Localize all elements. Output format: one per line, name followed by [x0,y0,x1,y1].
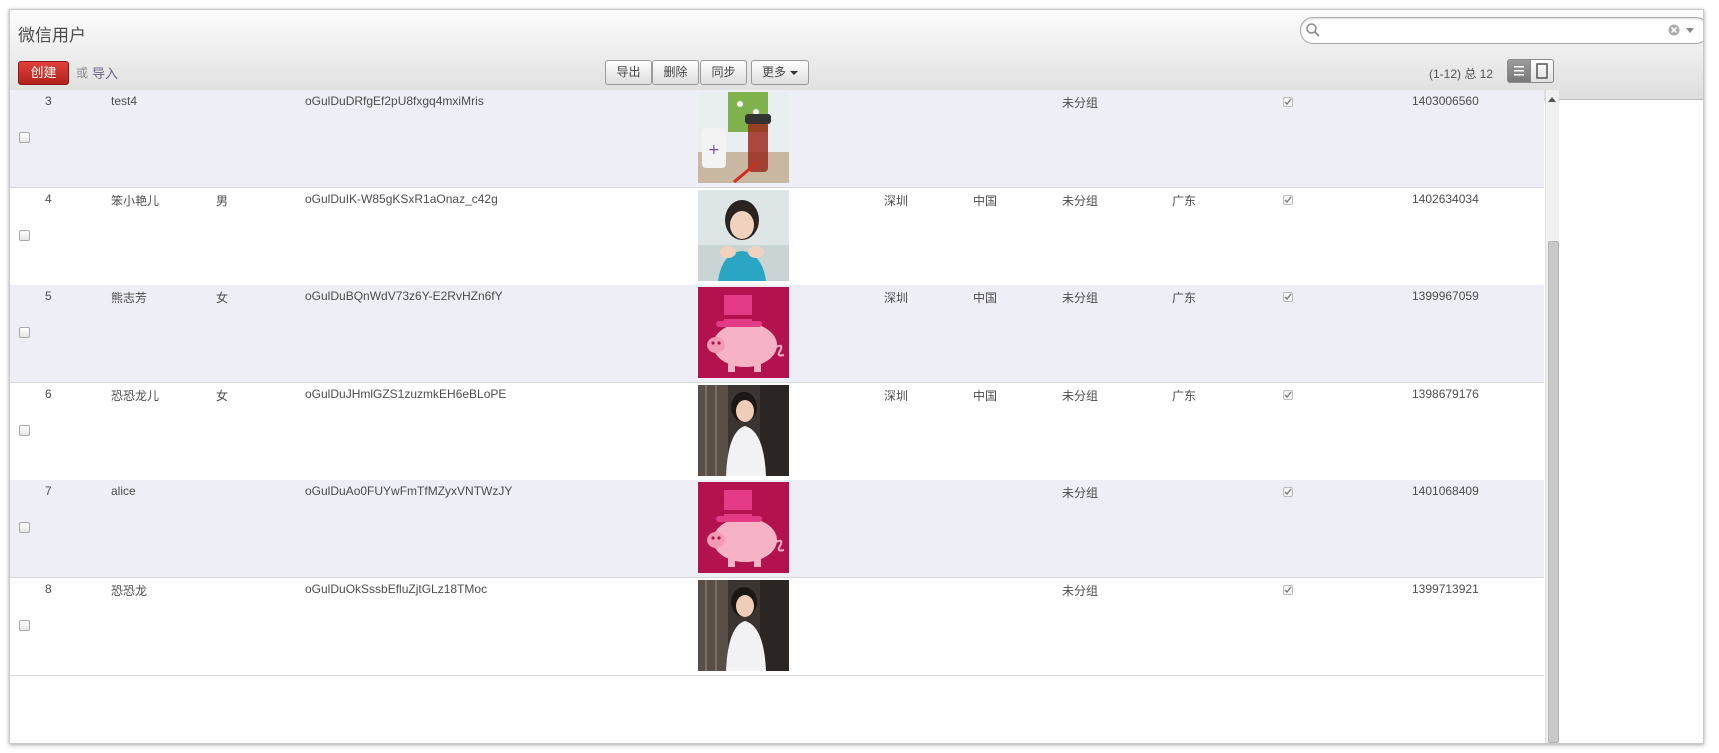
cell-id: 3 [45,94,52,108]
cell-country: 中国 [973,388,998,403]
cell-timestamp: 1398679176 [1412,386,1479,401]
subscribed-checkbox [1283,194,1293,205]
cell-city: 深圳 [884,291,909,306]
scroll-thumb[interactable] [1548,241,1559,743]
records-list: 3 test4 oGulDuDRfgEf2pU8fxgq4mxiMris 未分组 140… [10,90,1544,743]
list-icon [1514,66,1524,76]
cell-name: 熊志芳 [111,291,148,306]
more-label: 更多 [761,65,786,79]
avatar [698,580,789,671]
chevron-down-icon[interactable] [1686,28,1694,33]
pager-counter: (1-12) 总 12 [1429,67,1494,81]
cell-openid: oGulDuJHmlGZS1zuzmkEH6eBLoPE [305,386,507,401]
table-row[interactable]: 5 熊志芳 女 oGulDuBQnWdV73z6Y-E2RvHZn6fY 深圳 中国 未分组… [10,285,1544,384]
cell-group: 未分组 [1062,486,1099,501]
cell-gender: 男 [216,193,229,208]
cell-name: alice [111,484,136,499]
cell-city: 深圳 [884,193,909,208]
caret-down-icon [790,70,798,75]
table-row[interactable]: 6 恐恐龙儿 女 oGulDuJHmlGZS1zuzmkEH6eBLoPE 深圳 中国 未分… [10,382,1544,481]
cell-gender: 女 [216,291,229,306]
cell-gender: 女 [216,388,229,403]
table-row[interactable]: 7 alice oGulDuAo0FUYwFmTfMZyxVNTWzJY 未分组 140… [10,480,1544,579]
table-row[interactable]: 4 笨小艳儿 男 oGulDuIK-W85gKSxR1aOnaz_c42g 深圳 中国 未分… [10,187,1544,286]
cell-timestamp: 1399967059 [1412,289,1479,304]
avatar [698,287,789,379]
subscribed-checkbox [1283,292,1293,303]
cell-country: 中国 [973,291,998,306]
create-button[interactable]: 创建 [18,61,69,85]
cell-province: 广东 [1172,193,1197,208]
cell-id: 6 [45,386,52,401]
avatar [698,189,789,281]
cell-name: 恐恐龙儿 [111,388,160,403]
cell-openid: oGulDuBQnWdV73z6Y-E2RvHZn6fY [305,289,503,304]
more-button[interactable]: 更多 [751,60,809,85]
row-select-checkbox[interactable] [19,229,30,241]
cell-city: 深圳 [884,388,909,403]
avatar [698,384,789,476]
cell-name: 笨小艳儿 [111,193,160,208]
cell-country: 中国 [973,193,998,208]
vertical-scrollbar[interactable] [1545,90,1559,743]
cell-id: 8 [45,582,52,596]
subscribed-checkbox [1283,585,1293,595]
subscribed-checkbox [1283,389,1293,400]
cell-timestamp: 1402634034 [1412,191,1479,206]
table-row[interactable]: 8 恐恐龙 oGulDuOkSssbEfluZjtGLz18TMoc 未分组 13997… [10,578,1544,676]
form-view-button[interactable] [1530,59,1554,83]
avatar [698,482,789,574]
subscribed-checkbox [1283,97,1293,107]
cell-id: 5 [45,289,52,304]
cell-timestamp: 1401068409 [1412,484,1479,499]
cell-group: 未分组 [1062,291,1099,306]
svg-text:+: + [708,142,720,158]
export-button[interactable]: 导出 [605,60,652,85]
cell-group: 未分组 [1062,193,1099,208]
cell-timestamp: 1399713921 [1412,582,1479,596]
sync-button[interactable]: 同步 [700,60,747,85]
cell-id: 7 [45,484,52,499]
cell-province: 广东 [1172,388,1197,403]
form-icon [1536,63,1548,79]
cell-openid: oGulDuOkSssbEfluZjtGLz18TMoc [305,582,488,596]
row-select-checkbox[interactable] [19,522,30,534]
row-select-checkbox[interactable] [19,620,30,631]
cell-timestamp: 1403006560 [1412,94,1479,108]
cell-province: 广东 [1172,291,1197,306]
cell-group: 未分组 [1062,96,1099,110]
delete-button[interactable]: 删除 [652,60,699,85]
cell-group: 未分组 [1062,388,1099,403]
cell-openid: oGulDuIK-W85gKSxR1aOnaz_c42g [305,191,498,206]
cell-id: 4 [45,191,52,206]
row-select-checkbox[interactable] [19,132,30,143]
list-view-window: 微信用户 创建 或 导入 导出 删除 同步 更多 (1-12) 总 12 3 t… [9,9,1704,744]
clear-icon[interactable] [1668,24,1680,36]
avatar: + [698,92,789,183]
list-view-button[interactable] [1507,59,1531,83]
search-icon [1306,23,1320,37]
control-panel: 微信用户 创建 或 导入 导出 删除 同步 更多 (1-12) 总 12 [10,10,1703,100]
page-title: 微信用户 [18,26,86,45]
row-select-checkbox[interactable] [19,327,30,339]
cell-name: test4 [111,94,138,108]
arrow-up-icon[interactable] [1548,97,1556,102]
cell-name: 恐恐龙 [111,584,148,598]
search-input[interactable] [1300,17,1703,44]
row-select-checkbox[interactable] [19,424,30,436]
cell-openid: oGulDuAo0FUYwFmTfMZyxVNTWzJY [305,484,513,499]
table-row[interactable]: 3 test4 oGulDuDRfgEf2pU8fxgq4mxiMris 未分组 140… [10,90,1544,188]
or-label: 或 [76,66,89,80]
subscribed-checkbox [1283,487,1293,498]
import-link[interactable]: 导入 [92,63,118,82]
cell-group: 未分组 [1062,584,1099,598]
cell-openid: oGulDuDRfgEf2pU8fxgq4mxiMris [305,94,484,108]
